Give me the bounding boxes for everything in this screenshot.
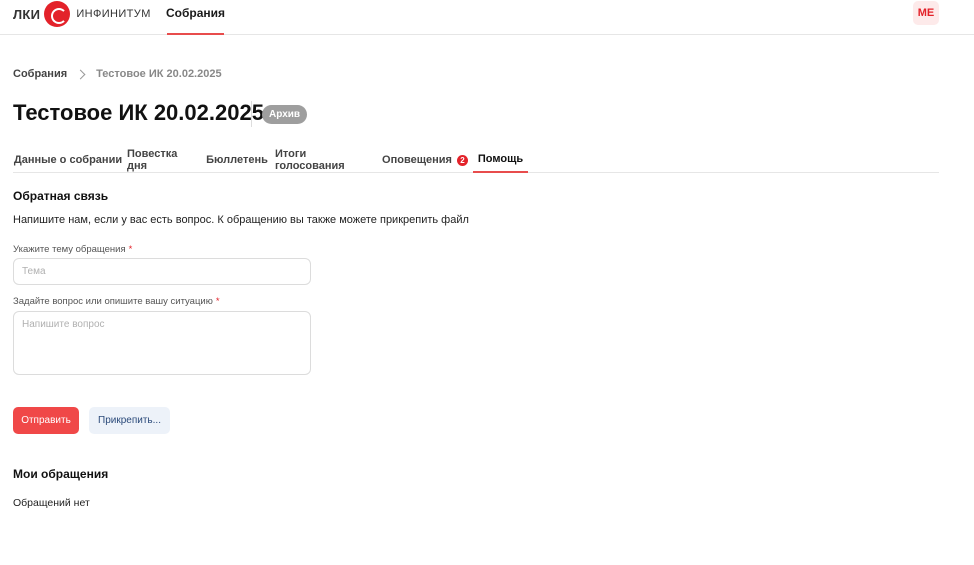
feedback-section-title: Обратная связь: [13, 189, 109, 203]
required-mark: *: [215, 296, 220, 307]
question-textarea[interactable]: [13, 311, 311, 375]
attach-file-button[interactable]: Прикрепить...: [89, 407, 170, 434]
tab-agenda[interactable]: Повестка дня: [127, 147, 199, 173]
nav-item-meetings[interactable]: Собрания: [166, 0, 225, 35]
subject-label-text: Укажите тему обращения: [13, 244, 126, 255]
required-mark: *: [128, 244, 133, 255]
tab-help[interactable]: Помощь: [473, 147, 528, 173]
breadcrumb-current: Тестовое ИК 20.02.2025: [96, 68, 222, 80]
breadcrumb: Собрания Тестовое ИК 20.02.2025: [13, 66, 222, 82]
tab-notifications-label: Оповещения: [382, 154, 452, 166]
tab-notifications[interactable]: Оповещения 2: [382, 147, 468, 173]
title-divider: [251, 101, 252, 127]
submit-button[interactable]: Отправить: [13, 407, 79, 434]
chevron-right-icon: [75, 69, 86, 79]
question-label-text: Задайте вопрос или опишите вашу ситуацию: [13, 296, 213, 307]
tab-voting-results[interactable]: Итоги голосования: [275, 147, 373, 173]
page-title: Тестовое ИК 20.02.2025: [13, 100, 264, 125]
notification-count-badge: 2: [456, 154, 468, 166]
avatar[interactable]: МЕ: [913, 1, 939, 25]
breadcrumb-root-link[interactable]: Собрания: [13, 68, 67, 80]
subject-input[interactable]: [13, 258, 311, 285]
tab-ballot[interactable]: Бюллетень: [206, 147, 268, 173]
logo-mark-icon: [44, 1, 71, 27]
feedback-description: Напишите нам, если у вас есть вопрос. К …: [13, 214, 469, 226]
logo-prefix: ЛКИ: [13, 6, 41, 22]
logo-brand-text: ИНФИНИТУМ: [76, 8, 151, 20]
my-requests-empty-text: Обращений нет: [13, 497, 90, 509]
my-requests-title: Мои обращения: [13, 467, 109, 481]
question-field-label: Задайте вопрос или опишите вашу ситуацию…: [13, 296, 220, 307]
tab-meeting-data[interactable]: Данные о собрании: [13, 147, 123, 173]
logo[interactable]: ЛКИ ИНФИНИТУМ: [13, 0, 151, 28]
status-badge: Архив: [262, 105, 308, 124]
tab-bar: Данные о собрании Повестка дня Бюллетень…: [13, 147, 939, 173]
subject-field-label: Укажите тему обращения *: [13, 244, 132, 255]
top-bar: ЛКИ ИНФИНИТУМ Собрания МЕ: [0, 0, 974, 35]
